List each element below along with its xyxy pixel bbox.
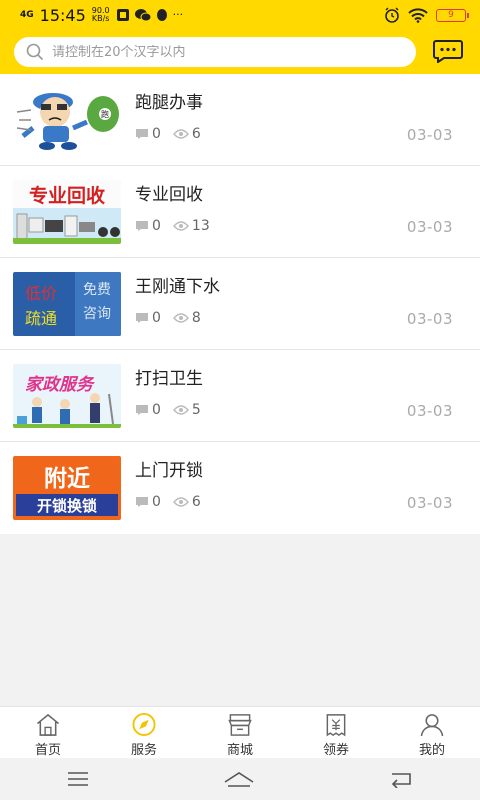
comment-count: 0 — [152, 494, 161, 510]
home-button-icon[interactable] — [223, 770, 255, 788]
home-icon — [36, 713, 60, 736]
status-bar: 4G 15:45 90.0 KB/s ··· 9 — [0, 0, 480, 30]
eye-icon — [172, 497, 189, 507]
search-bar[interactable] — [14, 37, 416, 67]
comment-icon — [136, 497, 148, 507]
list-item[interactable]: 附近 开锁换锁 上门开锁 0 6 03-03 — [0, 442, 480, 534]
plumbing-text-right-2: 咨询 — [83, 306, 111, 322]
eye-icon — [172, 405, 189, 415]
tab-label: 领券 — [322, 743, 349, 758]
item-date: 03-03 — [406, 310, 453, 328]
wifi-icon — [408, 7, 428, 23]
eye-icon — [172, 313, 189, 323]
plumbing-text-left-1: 低价 — [25, 284, 57, 303]
tab-home[interactable]: 首页 — [0, 707, 96, 758]
item-title: 打扫卫生 — [135, 369, 203, 389]
view-count: 6 — [191, 126, 201, 142]
network-type: 4G — [20, 9, 34, 20]
list-item[interactable]: 家政服务 打扫卫生 0 5 03-03 — [0, 350, 480, 442]
bag-tag-label: 跑 — [101, 110, 109, 119]
list-item[interactable]: 专业回收 专业回收 0 13 03-03 — [0, 166, 480, 258]
eye-icon — [172, 221, 189, 231]
comment-count: 0 — [152, 218, 161, 234]
alarm-icon — [385, 7, 399, 23]
battery-indicator: 9 — [436, 8, 469, 22]
locksmith-text-top: 附近 — [44, 465, 90, 492]
item-date: 03-03 — [406, 402, 453, 420]
more-notifications: ··· — [172, 8, 184, 21]
comment-count: 0 — [152, 310, 161, 326]
notification-app-icon — [116, 9, 129, 21]
recycle-thumbnail: 专业回收 — [13, 180, 121, 244]
tab-label: 商城 — [226, 743, 253, 758]
errand-thumbnail: 跑 — [13, 88, 121, 152]
view-count: 6 — [191, 494, 201, 510]
item-stats: 0 8 — [135, 310, 213, 326]
net-speed-unit: KB/s — [91, 14, 110, 23]
battery-level: 9 — [448, 9, 454, 20]
list-item[interactable]: 低价 疏通 免费 咨询 王刚通下水 0 8 03-03 — [0, 258, 480, 350]
comment-icon — [136, 221, 148, 231]
tab-label: 首页 — [34, 743, 61, 758]
message-icon[interactable] — [433, 39, 463, 63]
cleaning-thumbnail: 家政服务 — [13, 364, 121, 428]
tab-profile[interactable]: 我的 — [384, 707, 480, 758]
item-date: 03-03 — [406, 494, 453, 512]
net-speed: 90.0 KB/s — [92, 7, 110, 23]
plumbing-thumbnail: 低价 疏通 免费 咨询 — [13, 272, 121, 336]
view-count: 13 — [191, 218, 210, 234]
comment-icon — [136, 129, 148, 139]
item-title: 王刚通下水 — [135, 277, 220, 297]
plumbing-text-left-2: 疏通 — [25, 309, 57, 328]
store-icon — [228, 714, 252, 736]
back-icon[interactable] — [388, 770, 414, 788]
view-count: 8 — [191, 310, 201, 326]
comment-count: 0 — [152, 126, 161, 142]
menu-icon[interactable] — [66, 771, 90, 787]
search-input[interactable] — [52, 44, 412, 60]
user-icon — [420, 714, 444, 737]
tab-store[interactable]: 商城 — [192, 707, 288, 758]
search-icon — [26, 43, 44, 61]
comment-icon — [136, 405, 148, 415]
locksmith-thumbnail: 附近 开锁换锁 — [13, 456, 121, 520]
item-title: 跑腿办事 — [135, 93, 203, 113]
compass-icon — [132, 712, 156, 737]
bottom-tab-bar: 首页 服务 商城 领券 我的 — [0, 706, 480, 758]
cleaning-banner-text: 家政服务 — [25, 375, 96, 395]
tab-services[interactable]: 服务 — [96, 707, 192, 758]
list-item[interactable]: 跑 跑腿办事 0 6 03-03 — [0, 74, 480, 166]
service-list: 跑 跑腿办事 0 6 03-03 专业回收 专业回收 0 13 03-03 低价… — [0, 74, 480, 534]
item-title: 上门开锁 — [135, 461, 203, 481]
eye-icon — [172, 129, 189, 139]
locksmith-text-bottom: 开锁换锁 — [37, 497, 97, 515]
system-nav-bar — [0, 758, 480, 800]
item-title: 专业回收 — [135, 185, 203, 205]
plumbing-text-right-1: 免费 — [83, 282, 111, 298]
tab-label: 服务 — [130, 743, 157, 758]
status-time: 15:45 — [39, 5, 86, 25]
recycle-banner-text: 专业回收 — [29, 184, 105, 207]
item-stats: 0 6 — [135, 494, 213, 510]
tab-coupons[interactable]: 领券 — [288, 707, 384, 758]
qq-icon — [156, 9, 167, 21]
comment-icon — [136, 313, 148, 323]
item-stats: 0 13 — [135, 218, 222, 234]
view-count: 5 — [191, 402, 201, 418]
comment-count: 0 — [152, 402, 161, 418]
item-date: 03-03 — [406, 126, 453, 144]
item-stats: 0 5 — [135, 402, 213, 418]
tab-label: 我的 — [418, 743, 445, 758]
item-stats: 0 6 — [135, 126, 213, 142]
wechat-icon — [134, 9, 151, 22]
header — [0, 30, 480, 74]
item-date: 03-03 — [406, 218, 453, 236]
coupon-icon — [326, 714, 346, 737]
